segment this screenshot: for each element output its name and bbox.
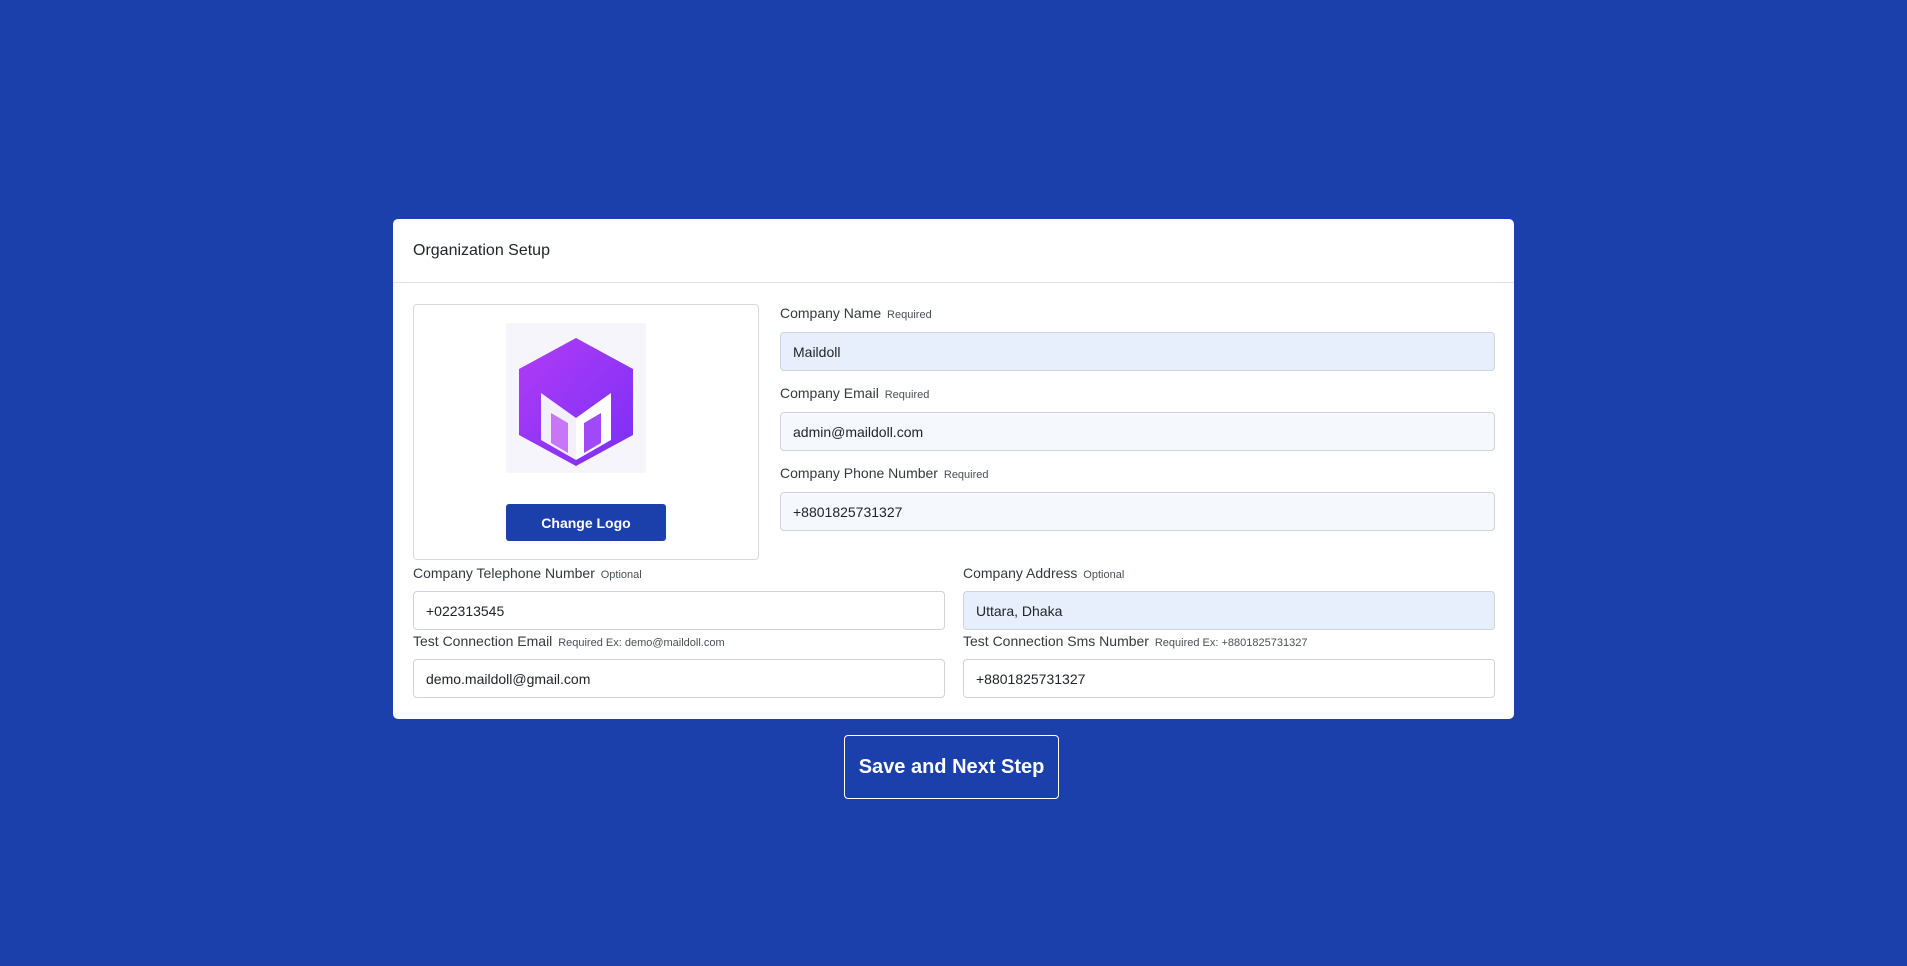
test-email-input[interactable] bbox=[413, 659, 945, 698]
test-email-label: Test Connection Email Required Ex: demo@… bbox=[413, 633, 725, 649]
company-email-label-text: Company Email bbox=[780, 385, 879, 401]
test-email-hint: Required Ex: demo@maildoll.com bbox=[558, 637, 725, 649]
company-telephone-hint: Optional bbox=[600, 569, 642, 581]
card-header: Organization Setup bbox=[393, 219, 1514, 283]
logo-panel: Change Logo bbox=[413, 304, 759, 560]
test-sms-hint: Required Ex: +8801825731327 bbox=[1154, 637, 1308, 649]
company-telephone-label: Company Telephone Number Optional bbox=[413, 565, 642, 581]
company-address-hint: Optional bbox=[1083, 569, 1125, 581]
company-phone-label: Company Phone Number Required bbox=[780, 465, 989, 481]
test-sms-label: Test Connection Sms Number Required Ex: … bbox=[963, 633, 1307, 649]
company-telephone-input[interactable] bbox=[413, 591, 945, 630]
company-phone-input[interactable] bbox=[780, 492, 1495, 531]
change-logo-button[interactable]: Change Logo bbox=[506, 504, 666, 541]
company-telephone-label-text: Company Telephone Number bbox=[413, 565, 595, 581]
company-address-label: Company Address Optional bbox=[963, 565, 1124, 581]
company-name-input[interactable] bbox=[780, 332, 1495, 371]
company-email-label: Company Email Required bbox=[780, 385, 929, 401]
test-sms-input[interactable] bbox=[963, 659, 1495, 698]
test-sms-label-text: Test Connection Sms Number bbox=[963, 633, 1149, 649]
maildoll-logo-icon bbox=[506, 323, 646, 473]
company-name-hint: Required bbox=[887, 309, 932, 321]
company-name-label: Company Name Required bbox=[780, 305, 932, 321]
company-email-hint: Required bbox=[884, 389, 930, 401]
company-address-input[interactable] bbox=[963, 591, 1495, 630]
organization-setup-card: Organization Setup Change Logo Company N… bbox=[393, 219, 1514, 719]
company-name-label-text: Company Name bbox=[780, 305, 882, 321]
company-phone-hint: Required bbox=[943, 469, 989, 481]
save-and-next-step-button[interactable]: Save and Next Step bbox=[844, 735, 1059, 799]
card-title: Organization Setup bbox=[413, 241, 550, 259]
company-address-label-text: Company Address bbox=[963, 565, 1078, 581]
company-email-input[interactable] bbox=[780, 412, 1495, 451]
company-phone-label-text: Company Phone Number bbox=[780, 465, 938, 481]
test-email-label-text: Test Connection Email bbox=[413, 633, 553, 649]
